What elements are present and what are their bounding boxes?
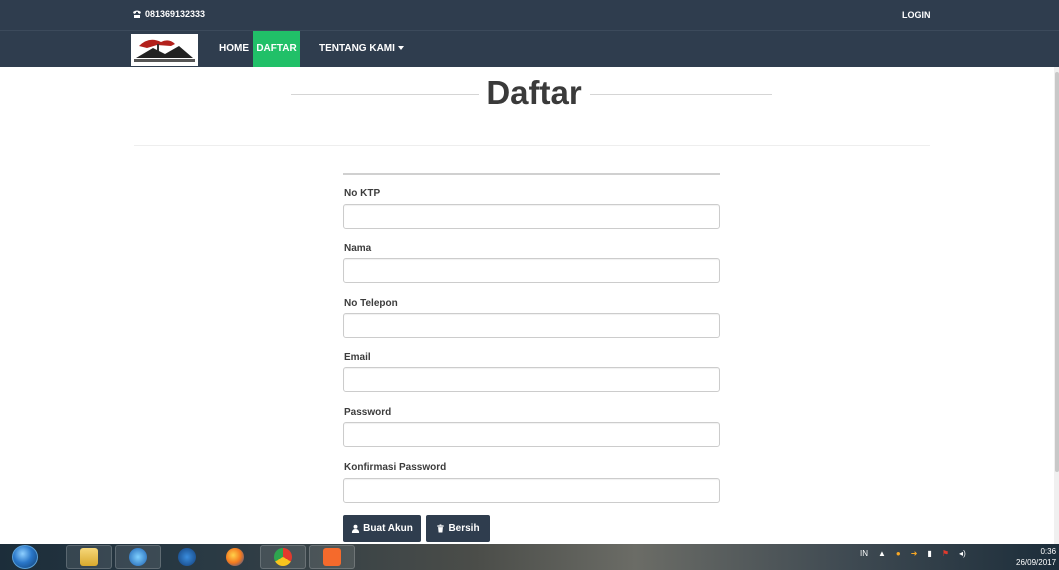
input-no-ktp[interactable] [343, 204, 720, 229]
main-navbar: HOME DAFTAR TENTANG KAMI [0, 30, 1059, 67]
app-circle-icon [178, 548, 196, 566]
label-password: Password [344, 407, 392, 418]
buat-akun-label: Buat Akun [363, 523, 413, 534]
xampp-icon [323, 548, 341, 566]
nav-tentang-label: TENTANG KAMI [319, 43, 395, 54]
label-konfirmasi-password: Konfirmasi Password [344, 462, 447, 473]
clock-date: 26/09/2017 [1016, 558, 1057, 567]
bersih-label: Bersih [448, 523, 480, 534]
system-clock[interactable]: 0:36 26/09/2017 [1016, 546, 1056, 568]
clock-time: 0:36 [1040, 547, 1057, 556]
form-top-rule [343, 173, 720, 175]
system-tray: IN ▲ ● ➜ ▮ ⚑ ◂) [860, 549, 966, 558]
battery-icon[interactable]: ▮ [927, 549, 931, 558]
start-button-icon[interactable] [12, 545, 38, 569]
arrow-tray-icon[interactable]: ➜ [911, 549, 918, 558]
language-indicator[interactable]: IN [860, 549, 868, 558]
media-player-icon [129, 548, 147, 566]
taskbar-media-player[interactable] [115, 545, 161, 569]
buat-akun-button[interactable]: Buat Akun [343, 515, 421, 542]
input-email[interactable] [343, 367, 720, 392]
section-divider [134, 145, 930, 146]
chevron-up-icon[interactable]: ▲ [878, 549, 886, 558]
label-no-telepon: No Telepon [344, 298, 398, 309]
folder-icon [80, 548, 98, 566]
firefox-icon [226, 548, 244, 566]
phone-contact: 081369132333 [132, 9, 205, 19]
windows-taskbar: IN ▲ ● ➜ ▮ ⚑ ◂) 0:36 26/09/2017 [0, 544, 1059, 570]
label-nama: Nama [344, 243, 372, 254]
taskbar-firefox[interactable] [212, 545, 258, 569]
caret-down-icon [397, 46, 404, 51]
page-title: Daftar [486, 74, 582, 111]
label-email: Email [344, 352, 371, 363]
network-flag-icon[interactable]: ⚑ [942, 549, 949, 558]
input-password[interactable] [343, 422, 720, 447]
input-nama[interactable] [343, 258, 720, 283]
heading-rule-right [590, 94, 772, 95]
site-logo[interactable] [131, 34, 198, 66]
phone-number: 081369132333 [145, 9, 206, 19]
nav-daftar[interactable]: DAFTAR [253, 31, 300, 67]
nav-home[interactable]: HOME [211, 31, 257, 67]
login-link[interactable]: LOGIN [902, 10, 931, 20]
taskbar-chrome[interactable] [260, 545, 306, 569]
phone-icon [133, 10, 141, 18]
taskbar-file-explorer[interactable] [66, 545, 112, 569]
nav-tentang-kami[interactable]: TENTANG KAMI [311, 31, 412, 67]
input-no-telepon[interactable] [343, 313, 720, 338]
heading-rule-left [291, 94, 479, 95]
app-tray-icon[interactable]: ● [896, 549, 901, 558]
user-icon [352, 524, 360, 533]
trash-icon [437, 524, 445, 533]
volume-icon[interactable]: ◂) [959, 549, 966, 558]
label-no-ktp: No KTP [344, 188, 381, 199]
taskbar-app-blue[interactable] [164, 545, 210, 569]
bersih-button[interactable]: Bersih [426, 515, 490, 542]
scrollbar-thumb[interactable] [1055, 72, 1059, 472]
top-bar: 081369132333 LOGIN [0, 0, 1059, 30]
taskbar-xampp[interactable] [309, 545, 355, 569]
input-konfirmasi-password[interactable] [343, 478, 720, 503]
chrome-icon [274, 548, 292, 566]
